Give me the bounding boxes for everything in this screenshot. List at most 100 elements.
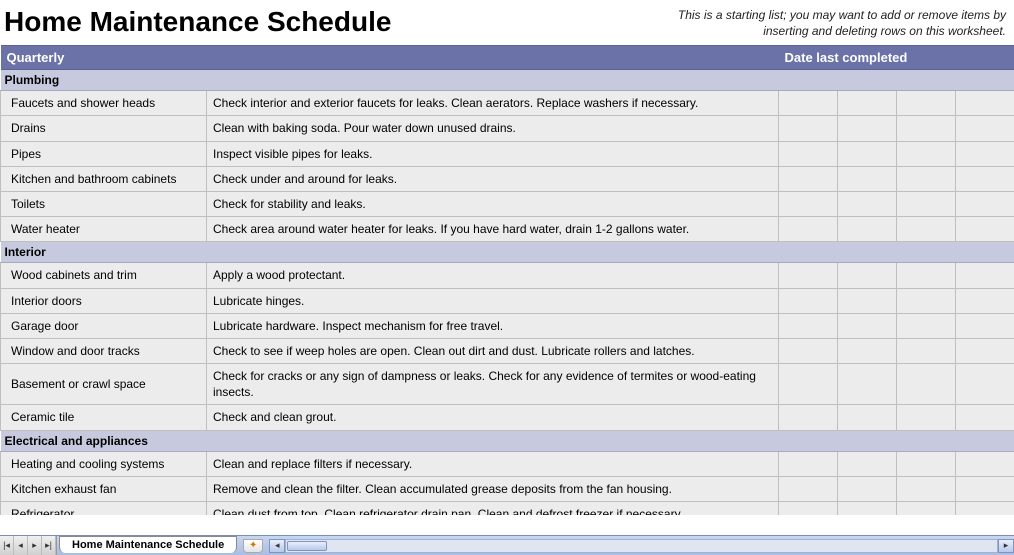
last-sheet-button[interactable]: ▸| <box>42 536 56 555</box>
item-cell[interactable]: Basement or crawl space <box>1 364 207 405</box>
scroll-right-button[interactable]: ▸ <box>998 539 1014 553</box>
date-cell[interactable] <box>779 217 838 242</box>
date-cell[interactable] <box>779 288 838 313</box>
date-cell[interactable] <box>779 166 838 191</box>
date-cell[interactable] <box>956 364 1014 405</box>
date-cell[interactable] <box>779 364 838 405</box>
item-cell[interactable]: Window and door tracks <box>1 338 207 363</box>
date-cell[interactable] <box>956 191 1014 216</box>
date-cell[interactable] <box>838 502 897 516</box>
scroll-left-button[interactable]: ◂ <box>269 539 285 553</box>
date-cell[interactable] <box>897 191 956 216</box>
date-cell[interactable] <box>779 502 838 516</box>
date-cell[interactable] <box>779 338 838 363</box>
date-cell[interactable] <box>956 116 1014 141</box>
date-cell[interactable] <box>779 191 838 216</box>
date-cell[interactable] <box>838 338 897 363</box>
date-cell[interactable] <box>956 263 1014 288</box>
description-cell[interactable]: Check interior and exterior faucets for … <box>207 91 779 116</box>
date-cell[interactable] <box>779 91 838 116</box>
item-cell[interactable]: Drains <box>1 116 207 141</box>
date-cell[interactable] <box>897 313 956 338</box>
date-cell[interactable] <box>897 364 956 405</box>
date-cell[interactable] <box>838 405 897 430</box>
date-cell[interactable] <box>838 476 897 501</box>
date-cell[interactable] <box>956 502 1014 516</box>
date-cell[interactable] <box>897 166 956 191</box>
date-cell[interactable] <box>779 451 838 476</box>
item-cell[interactable]: Toilets <box>1 191 207 216</box>
scroll-track[interactable] <box>285 539 998 553</box>
date-cell[interactable] <box>838 91 897 116</box>
description-cell[interactable]: Check and clean grout. <box>207 405 779 430</box>
date-cell[interactable] <box>956 451 1014 476</box>
date-cell[interactable] <box>897 288 956 313</box>
date-cell[interactable] <box>897 502 956 516</box>
item-cell[interactable]: Ceramic tile <box>1 405 207 430</box>
description-cell[interactable]: Apply a wood protectant. <box>207 263 779 288</box>
item-cell[interactable]: Interior doors <box>1 288 207 313</box>
date-cell[interactable] <box>838 116 897 141</box>
date-cell[interactable] <box>897 451 956 476</box>
description-cell[interactable]: Check area around water heater for leaks… <box>207 217 779 242</box>
date-cell[interactable] <box>956 217 1014 242</box>
scroll-thumb[interactable] <box>287 541 327 551</box>
date-cell[interactable] <box>779 476 838 501</box>
item-cell[interactable]: Pipes <box>1 141 207 166</box>
date-cell[interactable] <box>897 91 956 116</box>
date-cell[interactable] <box>956 141 1014 166</box>
date-cell[interactable] <box>779 141 838 166</box>
item-cell[interactable]: Kitchen and bathroom cabinets <box>1 166 207 191</box>
date-cell[interactable] <box>956 313 1014 338</box>
next-sheet-button[interactable]: ▸ <box>28 536 42 555</box>
date-cell[interactable] <box>838 191 897 216</box>
first-sheet-button[interactable]: |◂ <box>0 536 14 555</box>
date-cell[interactable] <box>838 141 897 166</box>
date-cell[interactable] <box>897 141 956 166</box>
date-cell[interactable] <box>956 476 1014 501</box>
date-cell[interactable] <box>897 217 956 242</box>
new-sheet-button[interactable]: ✦ <box>243 539 263 553</box>
description-cell[interactable]: Clean dust from top. Clean refrigerator … <box>207 502 779 516</box>
date-cell[interactable] <box>779 405 838 430</box>
item-cell[interactable]: Garage door <box>1 313 207 338</box>
date-cell[interactable] <box>838 451 897 476</box>
date-cell[interactable] <box>838 364 897 405</box>
date-cell[interactable] <box>838 166 897 191</box>
description-cell[interactable]: Inspect visible pipes for leaks. <box>207 141 779 166</box>
date-cell[interactable] <box>779 263 838 288</box>
description-cell[interactable]: Check for stability and leaks. <box>207 191 779 216</box>
description-cell[interactable]: Check for cracks or any sign of dampness… <box>207 364 779 405</box>
date-cell[interactable] <box>779 313 838 338</box>
description-cell[interactable]: Lubricate hinges. <box>207 288 779 313</box>
description-cell[interactable]: Check to see if weep holes are open. Cle… <box>207 338 779 363</box>
date-cell[interactable] <box>956 91 1014 116</box>
prev-sheet-button[interactable]: ◂ <box>14 536 28 555</box>
date-cell[interactable] <box>956 288 1014 313</box>
date-cell[interactable] <box>956 405 1014 430</box>
date-cell[interactable] <box>838 313 897 338</box>
date-cell[interactable] <box>956 166 1014 191</box>
item-cell[interactable]: Kitchen exhaust fan <box>1 476 207 501</box>
description-cell[interactable]: Clean and replace filters if necessary. <box>207 451 779 476</box>
date-cell[interactable] <box>897 338 956 363</box>
date-cell[interactable] <box>897 263 956 288</box>
description-cell[interactable]: Clean with baking soda. Pour water down … <box>207 116 779 141</box>
item-cell[interactable]: Wood cabinets and trim <box>1 263 207 288</box>
date-cell[interactable] <box>838 263 897 288</box>
description-cell[interactable]: Remove and clean the filter. Clean accum… <box>207 476 779 501</box>
date-cell[interactable] <box>779 116 838 141</box>
date-cell[interactable] <box>956 338 1014 363</box>
horizontal-scrollbar[interactable]: ◂ ▸ <box>269 536 1014 555</box>
date-cell[interactable] <box>897 116 956 141</box>
item-cell[interactable]: Faucets and shower heads <box>1 91 207 116</box>
description-cell[interactable]: Lubricate hardware. Inspect mechanism fo… <box>207 313 779 338</box>
item-cell[interactable]: Refrigerator <box>1 502 207 516</box>
date-cell[interactable] <box>897 405 956 430</box>
item-cell[interactable]: Water heater <box>1 217 207 242</box>
date-cell[interactable] <box>838 217 897 242</box>
date-cell[interactable] <box>897 476 956 501</box>
item-cell[interactable]: Heating and cooling systems <box>1 451 207 476</box>
date-cell[interactable] <box>838 288 897 313</box>
description-cell[interactable]: Check under and around for leaks. <box>207 166 779 191</box>
